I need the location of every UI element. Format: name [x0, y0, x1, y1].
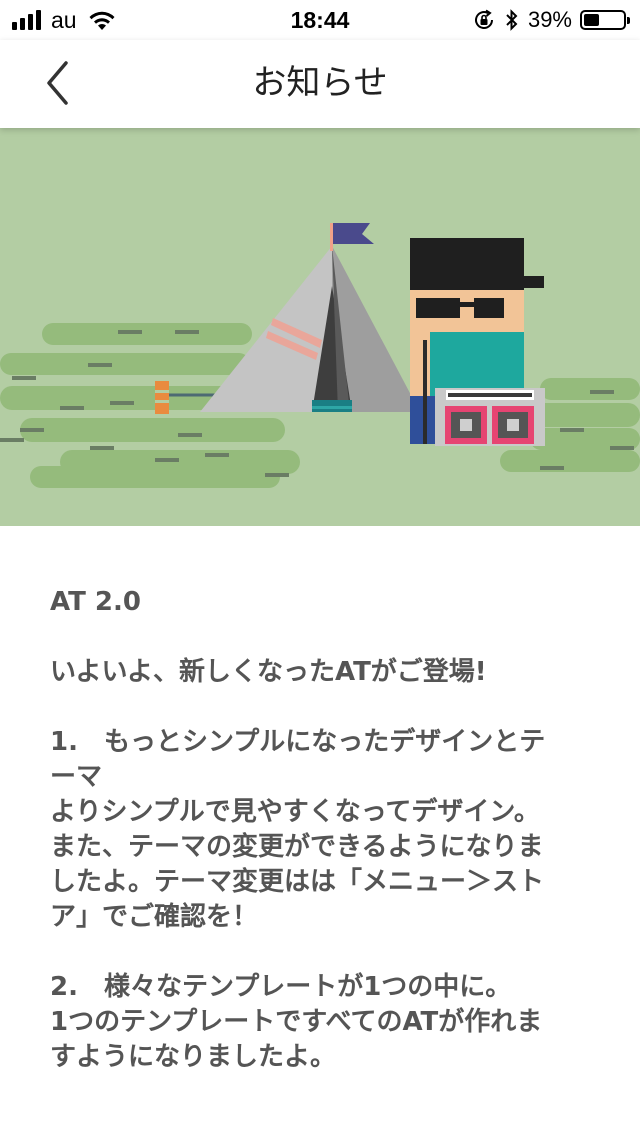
section1-body-line2: また、テーマの変更ができるようになりま	[50, 832, 544, 862]
status-bar: au 18:44 39%	[0, 0, 640, 40]
battery-percent: 39%	[527, 7, 572, 32]
section1-title-line2: ーマ	[50, 762, 103, 792]
section2-body-line1: 1つのテンプレートですべてのATが作れま	[50, 1007, 543, 1037]
section2-body-line2: すようになりましたよ。	[50, 1042, 337, 1072]
hero-illustration	[0, 128, 640, 526]
section2-title: 2. 様々なテンプレートが1つの中に。	[50, 972, 512, 1002]
camping-illustration	[0, 128, 640, 526]
bluetooth-icon	[506, 9, 518, 31]
battery-fill	[584, 14, 599, 26]
section1-title-line1: 1. もっとシンプルになったデザインとテ	[50, 727, 546, 757]
navigation-bar: お知らせ	[0, 40, 640, 128]
article-heading: AT 2.0	[50, 587, 141, 617]
battery-icon	[580, 10, 630, 30]
section1-body-line3: したよ。テーマ変更はは「メニュー＞スト	[50, 867, 545, 897]
section1-body-line1: よりシンプルで見やすくなってデザイン。	[50, 797, 540, 827]
status-right: 39%	[472, 6, 630, 34]
section1-body-line4: ア」でご確認を！	[50, 902, 259, 932]
article-intro: いよいよ、新しくなったATがご登場!	[50, 657, 487, 687]
article-body: AT 2.0 いよいよ、新しくなったATがご登場! 1. もっとシンプルになった…	[50, 585, 595, 1075]
orientation-lock-icon	[474, 9, 493, 29]
page-title: お知らせ	[252, 63, 388, 103]
